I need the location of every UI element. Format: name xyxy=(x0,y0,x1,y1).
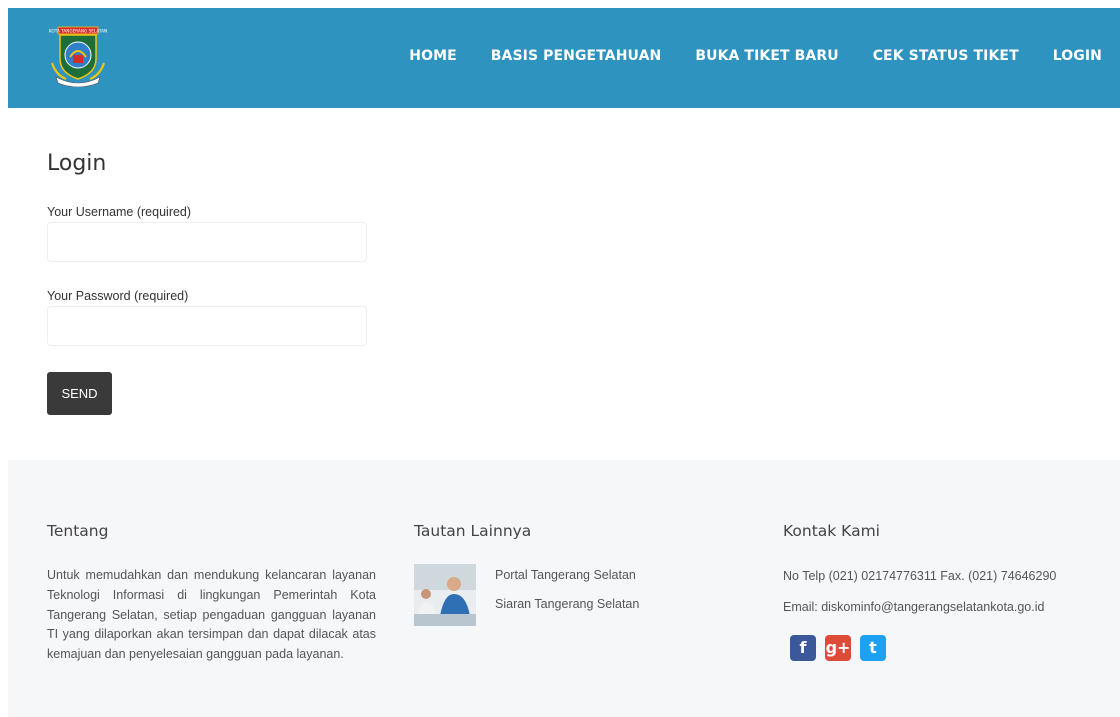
facebook-glyph: f xyxy=(799,638,807,657)
nav-buka-tiket-baru[interactable]: BUKA TIKET BARU xyxy=(695,48,838,64)
navbar: KOTA TANGERANG SELATAN HOME BASIS PENGET… xyxy=(8,8,1120,108)
about-text: Untuk memudahkan dan mendukung kelancara… xyxy=(47,568,376,662)
page-title: Login xyxy=(47,151,107,176)
logo-banner-text: KOTA TANGERANG SELATAN xyxy=(49,28,107,33)
facebook-icon[interactable]: f xyxy=(790,635,816,661)
google-plus-glyph: g+ xyxy=(825,638,851,657)
nav-cek-status-tiket[interactable]: CEK STATUS TIKET xyxy=(873,48,1019,64)
page: KOTA TANGERANG SELATAN HOME BASIS PENGET… xyxy=(0,0,1120,717)
nav-home[interactable]: HOME xyxy=(409,48,457,64)
footer-link-portal[interactable]: Portal Tangerang Selatan xyxy=(495,568,636,582)
nav-basis-pengetahuan[interactable]: BASIS PENGETAHUAN xyxy=(491,48,662,64)
twitter-glyph: t xyxy=(869,638,877,657)
links-thumbnail xyxy=(414,564,476,626)
nav-login[interactable]: LOGIN xyxy=(1053,48,1102,64)
password-label: Your Password (required) xyxy=(47,289,189,303)
links-heading: Tautan Lainnya xyxy=(414,522,532,540)
contact-heading: Kontak Kami xyxy=(783,522,880,540)
main-nav: HOME BASIS PENGETAHUAN BUKA TIKET BARU C… xyxy=(409,48,1102,64)
top-strip xyxy=(0,0,1120,8)
contact-email: Email: diskominfo@tangerangselatankota.g… xyxy=(783,600,1045,614)
footer: Tentang Untuk memudahkan dan mendukung k… xyxy=(8,460,1120,717)
about-heading: Tentang xyxy=(47,522,109,540)
twitter-icon[interactable]: t xyxy=(860,635,886,661)
send-button[interactable]: SEND xyxy=(47,372,112,415)
username-label: Your Username (required) xyxy=(47,205,192,219)
contact-phone: No Telp (021) 02174776311 Fax. (021) 746… xyxy=(783,569,1057,583)
password-field[interactable] xyxy=(47,306,367,346)
city-emblem-icon[interactable]: KOTA TANGERANG SELATAN xyxy=(46,25,110,88)
footer-link-siaran[interactable]: Siaran Tangerang Selatan xyxy=(495,597,639,611)
username-field[interactable] xyxy=(47,222,367,262)
google-plus-icon[interactable]: g+ xyxy=(825,635,851,661)
